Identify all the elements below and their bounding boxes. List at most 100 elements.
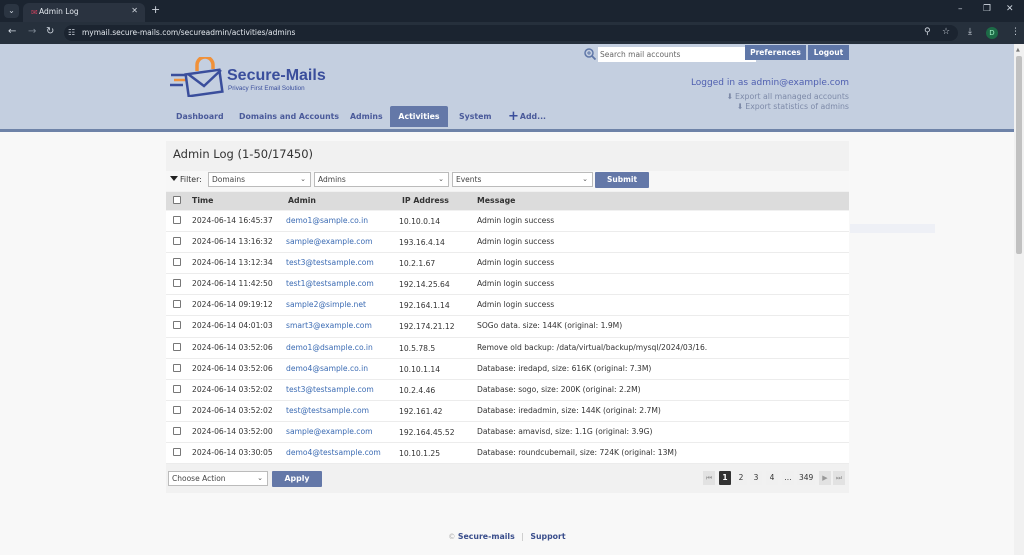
page-3[interactable]: 3 [750,471,762,485]
nav-add-label: Add... [519,112,546,121]
zoom-icon[interactable]: ⚲ [924,27,931,37]
next-page-icon[interactable]: ▶ [819,471,831,485]
restore-icon[interactable]: ❐ [983,4,991,14]
row-message: Admin login success [477,300,555,310]
table-row: 2024-06-14 13:16:32 sample@example.com 193… [166,232,849,254]
row-checkbox[interactable] [173,405,181,414]
search-icon[interactable] [584,48,596,60]
page-1[interactable]: 1 [719,471,731,485]
row-admin-link[interactable]: test3@testsample.com [286,258,374,267]
last-page-icon[interactable]: ⏭ [833,471,845,485]
column-message[interactable]: Message [477,196,515,205]
domains-select[interactable]: Domains ⌄ [208,172,311,187]
row-admin-link[interactable]: sample@example.com [286,427,373,436]
page-4[interactable]: 4 [766,471,778,485]
tab-search-button[interactable]: ⌄ [4,4,19,18]
nav-system[interactable]: System [451,106,499,127]
first-page-icon[interactable]: ⏮ [703,471,715,485]
choose-action-select[interactable]: Choose Action ⌄ [168,471,268,486]
export-stats-link[interactable]: ⬇ Export statistics of admins [737,102,849,111]
row-ip: 10.2.1.67 [399,259,436,269]
download-icon[interactable]: ⤓ [968,27,972,37]
tab-title: Admin Log [39,7,79,16]
forward-icon[interactable]: → [28,26,36,37]
row-time: 2024-06-14 03:52:02 [192,384,273,394]
row-admin-link[interactable]: demo4@testsample.com [286,448,381,457]
row-checkbox[interactable] [173,300,181,309]
close-window-icon[interactable]: ✕ [1006,4,1014,14]
apply-button[interactable]: Apply [272,471,322,487]
url-field[interactable]: ☷ mymail.secure-mails.com/secureadmin/ac… [64,25,958,41]
row-admin-link[interactable]: demo1@dsample.co.in [286,343,373,352]
table-row: 2024-06-14 13:12:34 test3@testsample.com 1… [166,253,849,275]
close-tab-icon[interactable]: ✕ [131,6,138,15]
nav-add[interactable]: +Add... [500,106,554,127]
row-checkbox[interactable] [173,237,181,246]
row-message: Remove old backup: /data/virtual/backup/… [477,342,708,352]
row-admin-link[interactable]: sample@example.com [286,237,373,246]
scroll-up-icon[interactable]: ▲ [1016,47,1020,53]
page-title: Admin Log (1-50/17450) [173,147,314,161]
column-time[interactable]: Time [192,196,213,205]
footer-brand-link[interactable]: Secure-mails [458,532,515,541]
page-2[interactable]: 2 [735,471,747,485]
row-admin-link[interactable]: sample2@simple.net [286,300,366,309]
row-checkbox[interactable] [173,342,181,351]
table-row: 2024-06-14 03:52:06 demo4@sample.co.in 10.… [166,358,849,380]
logout-button[interactable]: Logout [808,45,849,60]
submit-button[interactable]: Submit [595,172,649,188]
row-checkbox[interactable] [173,279,181,288]
brand-name: Secure-Mails [227,67,326,84]
page-scrollbar[interactable]: ▲ [1014,44,1024,555]
row-checkbox[interactable] [173,363,181,372]
row-admin-link[interactable]: test1@testsample.com [286,279,374,288]
row-ip: 192.164.1.14 [399,301,450,311]
export-accounts-link[interactable]: ⬇ Export all managed accounts [726,92,849,101]
new-tab-button[interactable]: + [151,4,160,16]
brand-tagline: Privacy First Email Solution [228,85,305,92]
brand-logo[interactable]: Secure-Mails Privacy First Email Solutio… [169,55,329,98]
row-checkbox[interactable] [173,216,181,224]
bookmark-star-icon[interactable]: ☆ [942,27,950,37]
row-checkbox[interactable] [173,448,181,457]
back-icon[interactable]: ← [8,26,16,37]
nav-domains-accounts[interactable]: Domains and Accounts [231,106,347,127]
row-checkbox[interactable] [173,426,181,435]
chevron-down-icon: ⌄ [438,175,444,183]
site-info-icon[interactable]: ☷ [68,28,75,37]
profile-avatar[interactable]: D [986,27,998,39]
download-icon: ⬇ [726,92,734,101]
row-admin-link[interactable]: demo4@sample.co.in [286,364,368,373]
row-checkbox[interactable] [173,321,181,330]
column-admin[interactable]: Admin [288,196,316,205]
row-time: 2024-06-14 04:01:03 [192,321,273,331]
row-ip: 10.10.0.14 [399,217,441,226]
row-admin-link[interactable]: smart3@example.com [286,321,372,330]
nav-admins[interactable]: Admins [342,106,391,127]
select-all-checkbox[interactable] [173,196,181,204]
minimize-icon[interactable]: – [958,4,963,14]
table-row: 2024-06-14 16:45:37 demo1@sample.co.in 10.… [166,211,849,233]
nav-activities[interactable]: Activities [390,106,448,127]
row-checkbox[interactable] [173,384,181,393]
row-admin-link[interactable]: demo1@sample.co.in [286,216,368,225]
row-admin-link[interactable]: test@testsample.com [286,406,369,415]
browser-tab[interactable]: ✉ Admin Log ✕ [23,3,145,22]
table-header: Time Admin IP Address Message [166,192,849,210]
row-message: Admin login success [477,216,555,225]
scrollbar-thumb[interactable] [1016,56,1022,254]
row-admin-link[interactable]: test3@testsample.com [286,385,374,394]
export-accounts-label: Export all managed accounts [735,92,849,101]
nav-dashboard[interactable]: Dashboard [168,106,232,127]
footer-support-link[interactable]: Support [530,532,565,541]
admins-select[interactable]: Admins ⌄ [314,172,449,187]
row-checkbox[interactable] [173,258,181,267]
page-last-number[interactable]: 349 [797,471,816,485]
preferences-button[interactable]: Preferences [745,45,806,60]
search-input[interactable] [598,47,756,62]
filter-label: Filter: [170,175,202,184]
menu-icon[interactable]: ⋮ [1011,27,1020,37]
column-ip[interactable]: IP Address [402,196,449,205]
events-select[interactable]: Events ⌄ [452,172,593,187]
reload-icon[interactable]: ↻ [46,26,54,37]
